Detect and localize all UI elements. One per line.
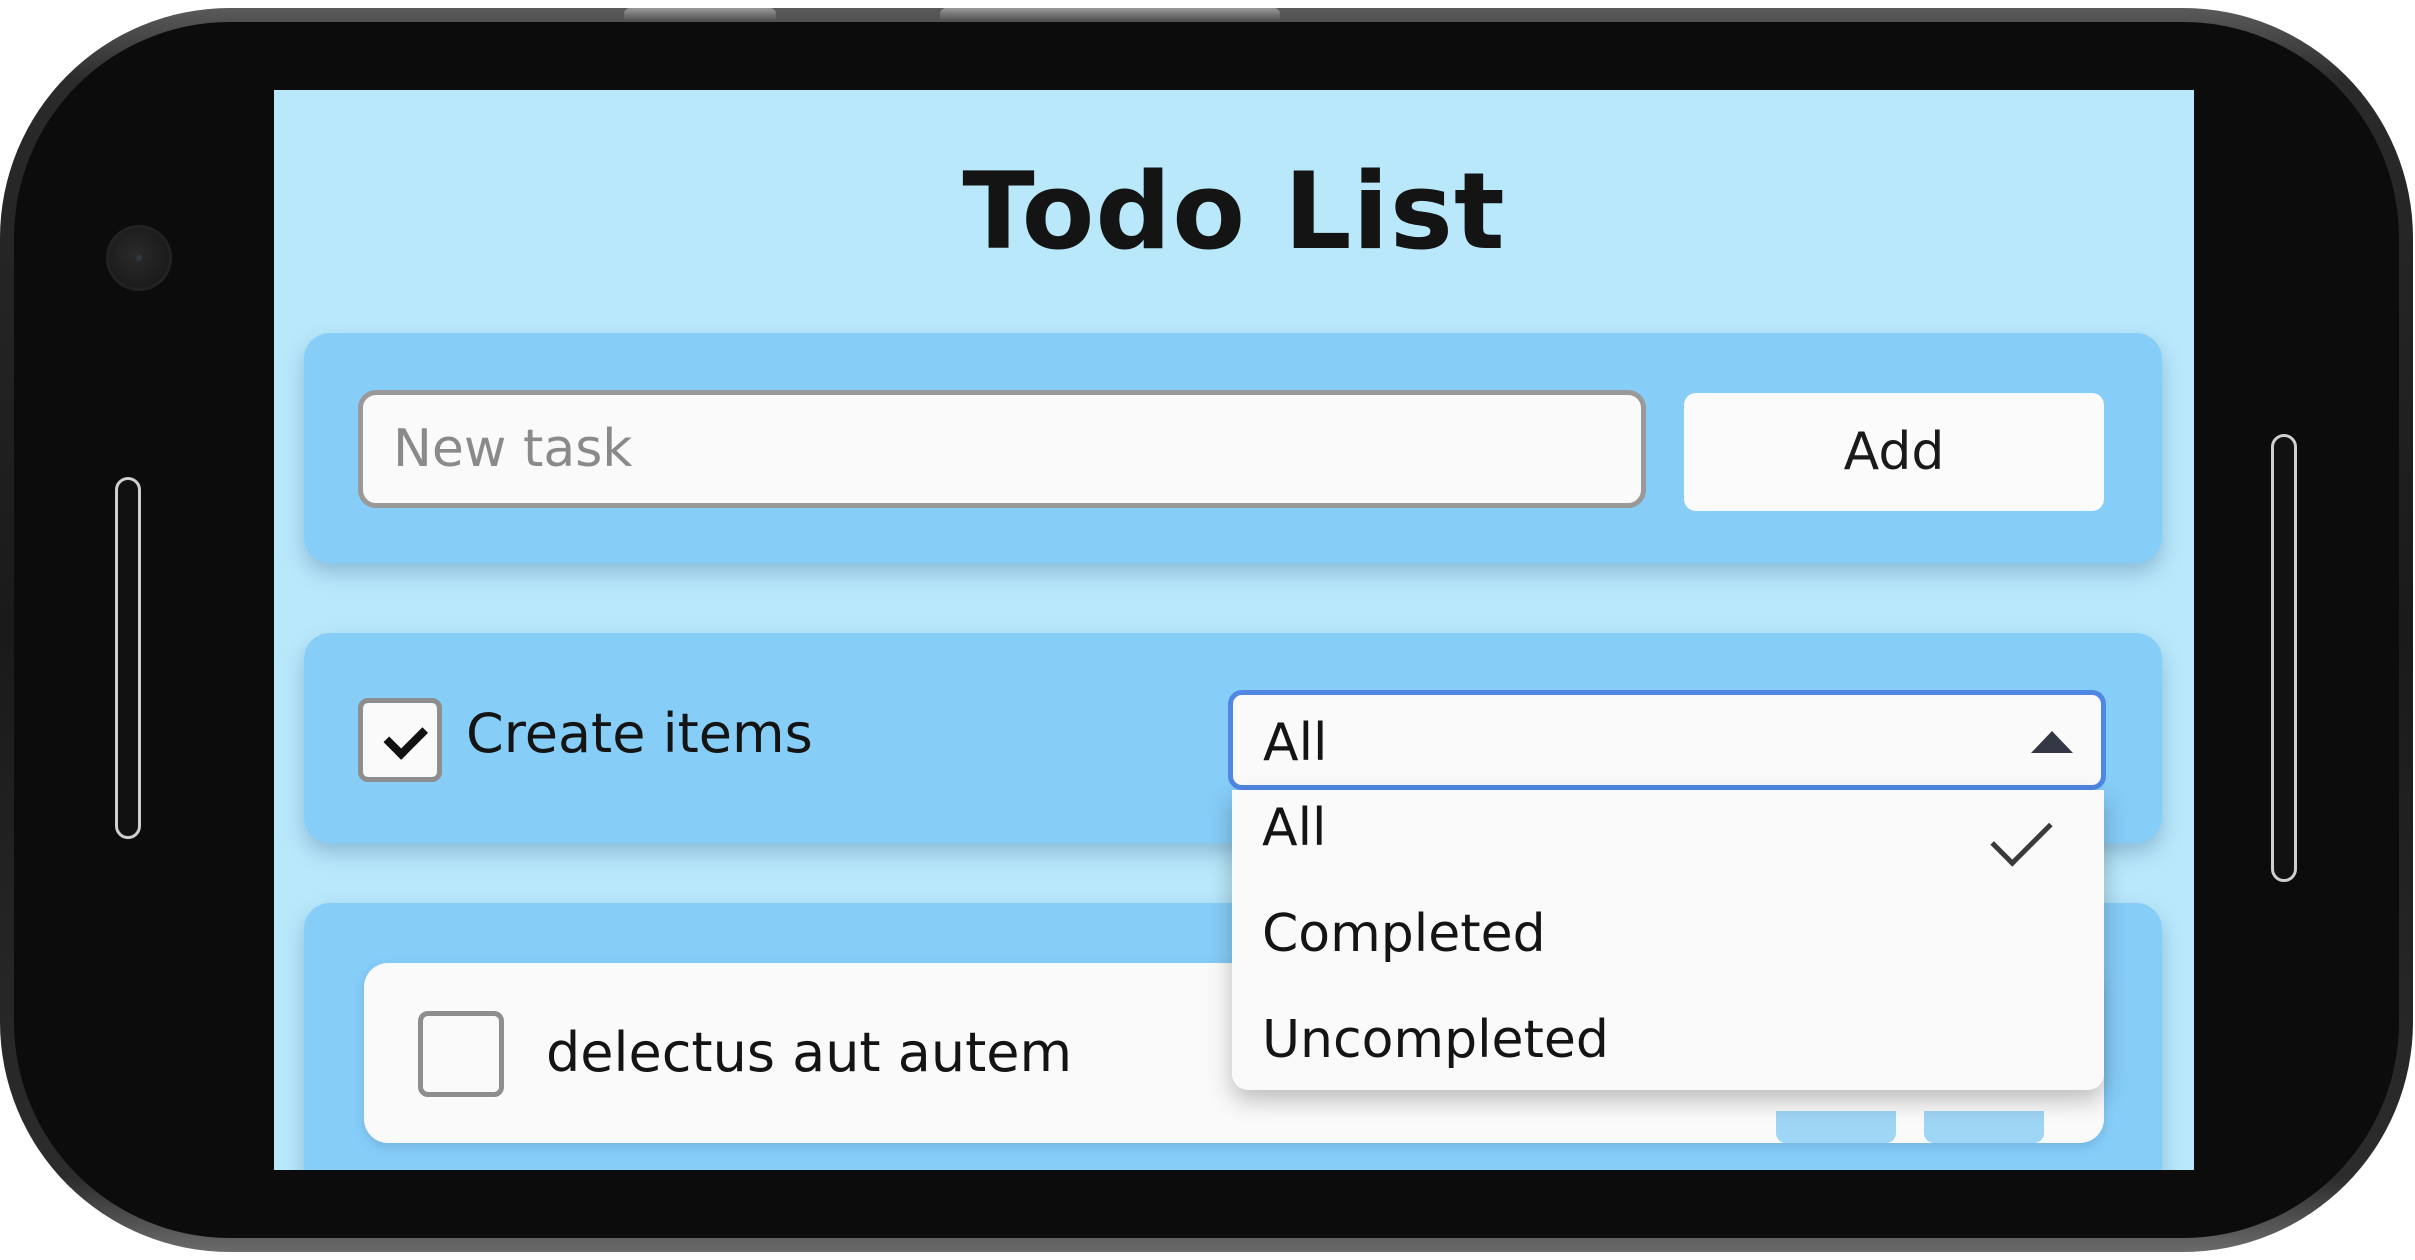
app-screen: Todo List Add Create items All delectus …	[274, 90, 2194, 1170]
speaker-grille-left	[115, 477, 141, 839]
filter-selected-value: All	[1263, 713, 1328, 773]
filter-option-all[interactable]: All	[1262, 798, 1326, 858]
add-button[interactable]: Add	[1684, 393, 2104, 511]
task-edit-button[interactable]	[1776, 1111, 1896, 1143]
checkmark-icon	[383, 715, 429, 760]
speaker-grille-right	[2271, 434, 2297, 882]
filter-dropdown-menu: All Completed Uncompleted	[1232, 790, 2104, 1090]
filter-option-uncompleted[interactable]: Uncompleted	[1262, 1010, 1609, 1070]
phone-volume-button	[624, 8, 776, 20]
caret-up-icon	[2031, 731, 2073, 753]
phone-power-button	[940, 8, 1280, 20]
filter-select[interactable]: All	[1228, 690, 2106, 790]
page-title: Todo List	[962, 150, 1506, 273]
create-items-checkbox[interactable]	[358, 698, 442, 782]
task-label: delectus aut autem	[546, 1021, 1073, 1084]
front-camera	[106, 225, 172, 291]
task-complete-checkbox[interactable]	[418, 1011, 504, 1097]
filter-option-completed[interactable]: Completed	[1262, 904, 1546, 964]
create-items-label: Create items	[466, 702, 813, 765]
task-delete-button[interactable]	[1924, 1111, 2044, 1143]
new-task-input[interactable]	[358, 390, 1646, 508]
check-icon	[1990, 804, 2053, 867]
